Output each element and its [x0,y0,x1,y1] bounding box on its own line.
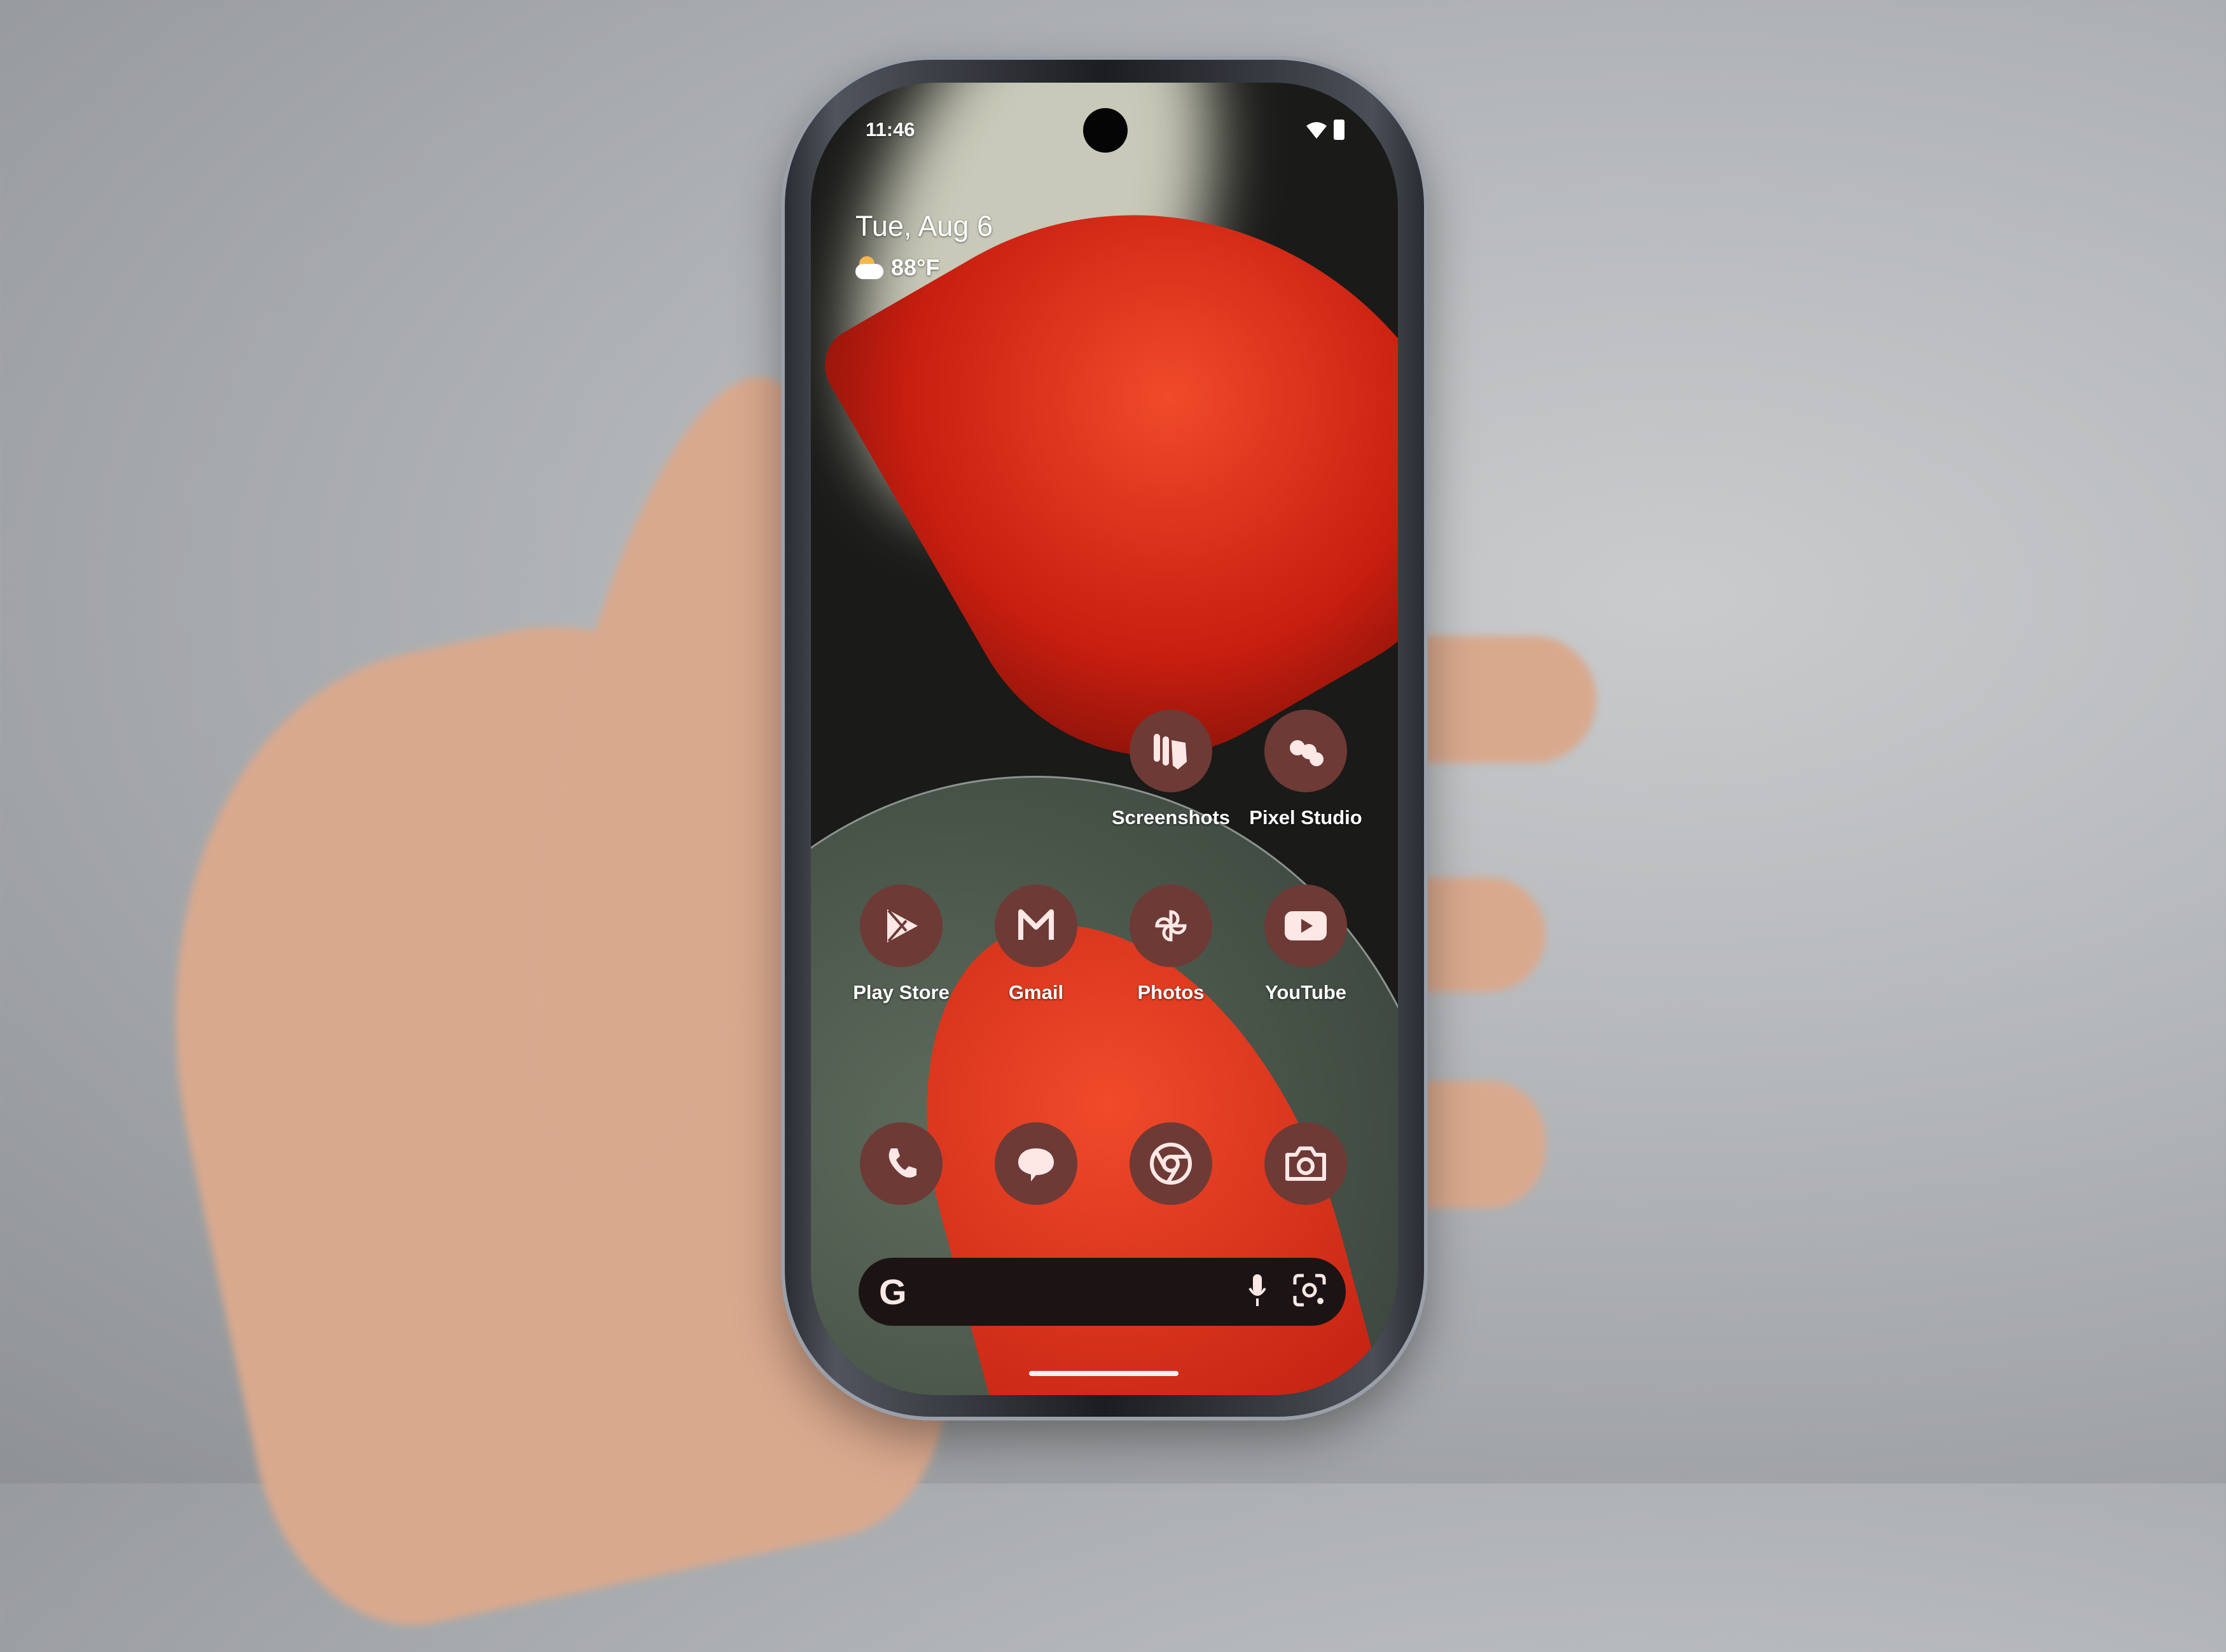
screenshots-icon [1130,710,1212,792]
lens-icon[interactable] [1292,1273,1327,1311]
front-camera [1083,108,1128,153]
app-play-store[interactable]: Play Store [831,885,971,1004]
app-pixel-studio[interactable]: Pixel Studio [1236,710,1376,829]
chrome-icon [1130,1122,1212,1205]
messages-icon [995,1122,1077,1205]
dock-chrome[interactable] [1101,1122,1241,1205]
youtube-icon [1264,885,1347,967]
dock-phone[interactable] [831,1122,971,1205]
app-gmail[interactable]: Gmail [966,885,1106,1004]
phone-icon [860,1122,943,1205]
photos-icon [1130,885,1212,967]
wifi-icon [1306,121,1327,143]
dock-camera[interactable] [1236,1122,1376,1205]
camera-icon [1264,1122,1347,1205]
pixel-studio-icon [1264,710,1347,792]
gmail-icon [995,885,1077,967]
battery-icon [1334,120,1345,140]
weather-widget[interactable]: 88°F [855,254,939,281]
mic-icon[interactable] [1248,1273,1267,1311]
google-logo: G [879,1272,907,1312]
temperature: 88°F [891,254,940,280]
partly-cloudy-icon [855,256,883,279]
dock-messages[interactable] [966,1122,1106,1205]
play-store-icon [860,885,943,967]
date-widget[interactable]: Tue, Aug 6 [855,210,993,243]
phone: 11:46 Tue, Aug 6 88°F Screenshots Pixel … [785,60,1424,1417]
app-photos[interactable]: Photos [1101,885,1241,1004]
status-time: 11:46 [866,118,915,141]
home-screen: 11:46 Tue, Aug 6 88°F Screenshots Pixel … [811,83,1398,1395]
google-search-bar[interactable]: G [859,1258,1346,1326]
app-screenshots[interactable]: Screenshots [1101,710,1241,829]
home-gesture-bar[interactable] [1029,1371,1179,1376]
app-youtube[interactable]: YouTube [1236,885,1376,1004]
